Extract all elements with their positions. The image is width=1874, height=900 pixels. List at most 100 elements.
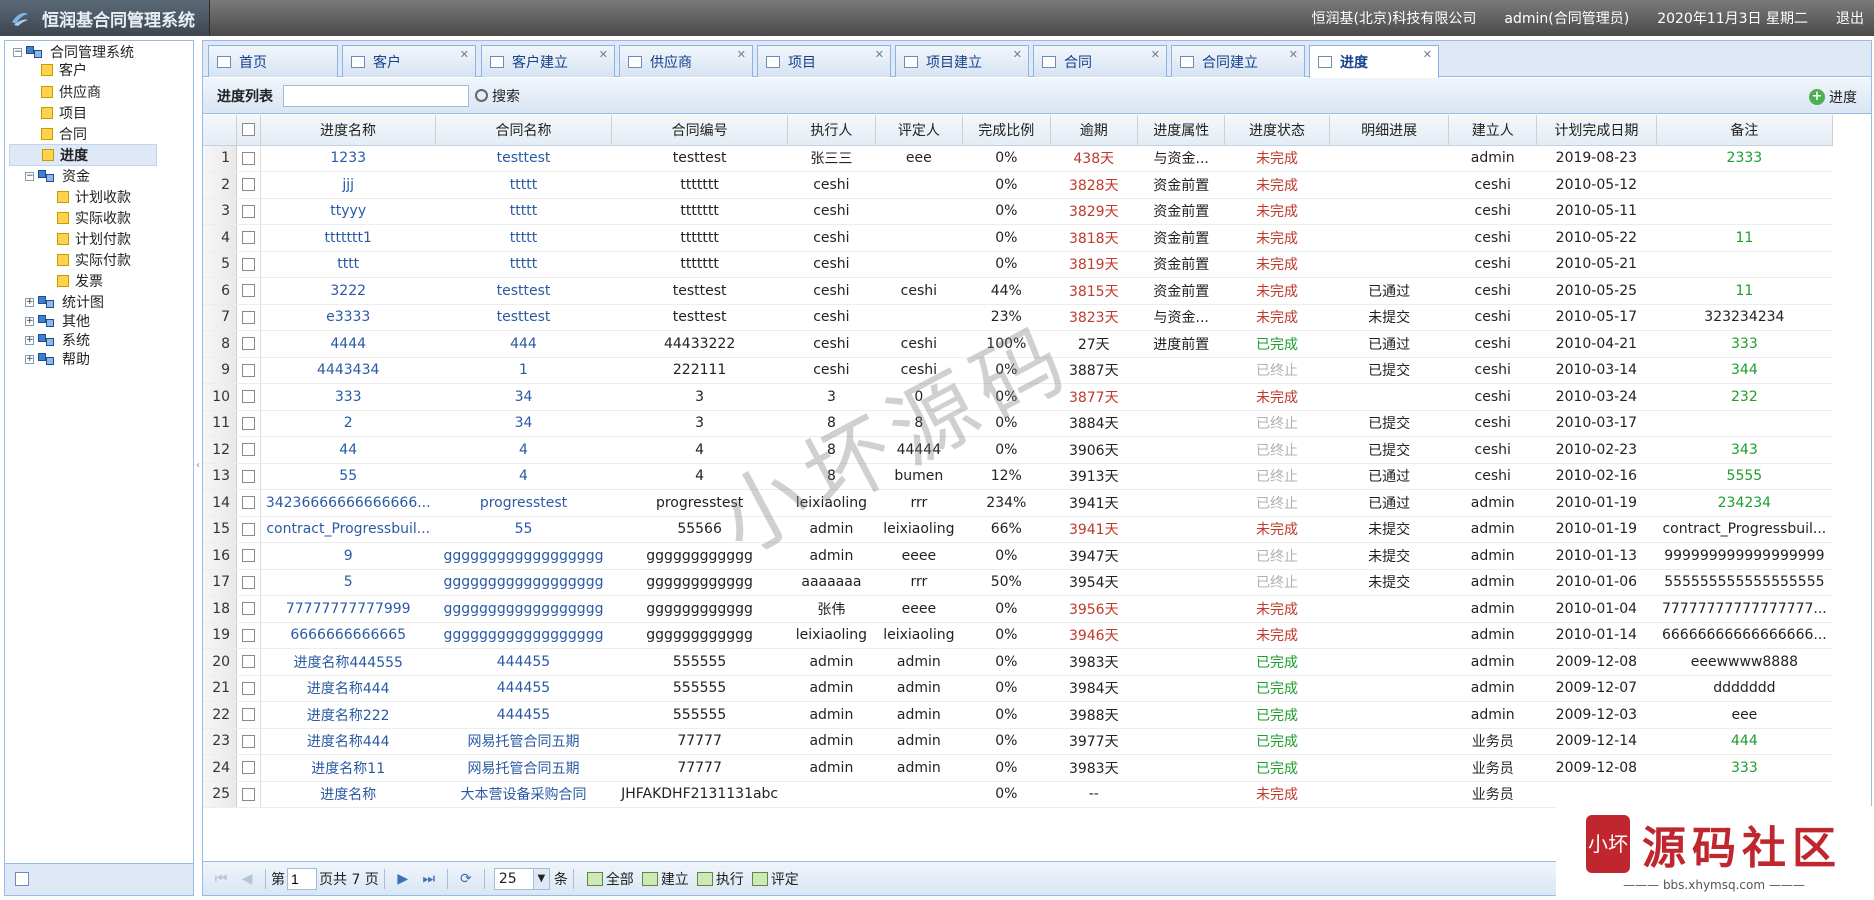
sidebar-splitter[interactable]: ‹ <box>196 40 200 896</box>
collapse-icon[interactable]: − <box>25 171 34 181</box>
logout-link[interactable]: 退出 <box>1836 8 1864 28</box>
row-checkbox[interactable] <box>242 602 256 616</box>
list-icon[interactable] <box>15 872 29 886</box>
table-cell[interactable]: contract_Progressbuil... <box>260 516 436 543</box>
row-checkbox[interactable] <box>242 469 256 483</box>
table-cell[interactable]: 进度名称444 <box>260 675 436 702</box>
table-row[interactable]: 24 进度名称11 网易托管合同五期 77777 admin admin 0% 3983天 已完… <box>203 754 1833 782</box>
table-cell[interactable]: testtest <box>435 304 612 331</box>
close-tab-icon[interactable]: ✕ <box>1289 48 1298 61</box>
row-checkbox[interactable] <box>242 496 256 510</box>
table-cell[interactable]: ttttt <box>435 251 612 278</box>
tab[interactable]: 客户 ✕ <box>342 45 476 77</box>
table-cell[interactable]: ttttt <box>435 224 612 252</box>
table-cell[interactable]: 333 <box>260 383 436 411</box>
row-checkbox[interactable] <box>242 575 256 589</box>
select-all-checkbox[interactable] <box>242 123 256 137</box>
table-cell[interactable]: 网易托管合同五期 <box>435 728 612 755</box>
close-tab-icon[interactable]: ✕ <box>599 48 608 61</box>
row-checkbox[interactable] <box>242 734 256 748</box>
row-checkbox[interactable] <box>242 708 256 722</box>
expand-icon[interactable]: + <box>25 316 34 326</box>
table-cell[interactable]: 进度名称444 <box>260 728 436 755</box>
tab[interactable]: 项目 ✕ <box>757 45 891 77</box>
table-row[interactable]: 9 4443434 1 222111 ceshi ceshi 0% 3887天 已终止 已提交 ce… <box>203 357 1833 384</box>
table-cell[interactable]: 4443434 <box>260 357 436 384</box>
table-cell[interactable]: 55 <box>260 463 436 490</box>
table-row[interactable]: 1 1233 testtest testtest 张三三 eee 0% 438天 与资金... 未… <box>203 145 1833 172</box>
table-cell[interactable]: gggggggggggggggggg <box>435 542 612 570</box>
column-header[interactable]: 建立人 <box>1448 115 1537 146</box>
row-checkbox[interactable] <box>242 310 256 324</box>
row-checkbox[interactable] <box>242 284 256 298</box>
table-cell[interactable]: 34 <box>435 410 612 437</box>
table-row[interactable]: 7 e3333 testtest testtest ceshi 23% 3823天 与资金..… <box>203 304 1833 331</box>
table-row[interactable]: 5 tttt ttttt ttttttt ceshi 0% 3819天 资金前置 未完成 cesh… <box>203 251 1833 278</box>
close-tab-icon[interactable]: ✕ <box>1013 48 1022 61</box>
column-header[interactable]: 完成比例 <box>962 115 1051 146</box>
collapse-icon[interactable]: − <box>13 47 22 57</box>
create-button[interactable]: 建立 <box>641 869 689 889</box>
table-cell[interactable]: gggggggggggggggggg <box>435 622 612 649</box>
close-tab-icon[interactable]: ✕ <box>875 48 884 61</box>
execute-button[interactable]: 执行 <box>696 869 744 889</box>
table-cell[interactable]: 9 <box>260 542 436 570</box>
row-checkbox[interactable] <box>242 681 256 695</box>
row-checkbox[interactable] <box>242 337 256 351</box>
sidebar-item[interactable]: 实际付款 <box>57 249 131 271</box>
table-cell[interactable]: 6666666666665 <box>260 622 436 649</box>
tab[interactable]: 首页 <box>208 45 338 77</box>
column-header[interactable]: 明细进展 <box>1329 115 1450 146</box>
table-cell[interactable]: 444455 <box>435 675 612 702</box>
close-tab-icon[interactable]: ✕ <box>460 48 469 61</box>
table-row[interactable]: 14 34236666666666666... progresstest progre… <box>203 489 1833 517</box>
row-checkbox[interactable] <box>242 443 256 457</box>
table-cell[interactable]: progresstest <box>435 489 612 517</box>
table-cell[interactable]: 34236666666666666... <box>260 489 436 517</box>
row-checkbox[interactable] <box>242 416 256 430</box>
sidebar-item[interactable]: 实际收款 <box>57 207 131 229</box>
table-cell[interactable]: 进度名称 <box>260 781 436 808</box>
sidebar-item[interactable]: 项目 <box>41 102 87 124</box>
table-cell[interactable]: 34 <box>435 383 612 411</box>
collapse-arrow-icon[interactable]: ‹ <box>196 460 200 471</box>
sidebar-item[interactable]: 计划付款 <box>57 228 131 250</box>
page-size-select[interactable]: 25 ▼ <box>493 867 550 890</box>
add-progress-button[interactable]: + 进度 <box>1809 87 1857 107</box>
column-header[interactable]: 逾期 <box>1050 115 1138 146</box>
table-cell[interactable]: 2 <box>260 410 436 437</box>
table-cell[interactable]: gggggggggggggggggg <box>435 569 612 596</box>
tab[interactable]: 合同 ✕ <box>1033 45 1167 77</box>
column-header[interactable]: 合同编号 <box>611 115 789 146</box>
expand-icon[interactable]: + <box>25 297 34 307</box>
table-row[interactable]: 3 ttyyy ttttt ttttttt ceshi 0% 3829天 资金前置 未完成 ces… <box>203 198 1833 225</box>
evaluate-button[interactable]: 评定 <box>751 869 799 889</box>
tab[interactable]: 合同建立 ✕ <box>1171 45 1305 77</box>
expand-icon[interactable]: + <box>25 335 34 345</box>
column-header[interactable]: 计划完成日期 <box>1536 115 1657 146</box>
table-cell[interactable]: gggggggggggggggggg <box>435 595 612 623</box>
table-cell[interactable]: 444 <box>435 330 612 358</box>
column-header[interactable]: 执行人 <box>787 115 876 146</box>
row-checkbox[interactable] <box>242 390 256 404</box>
sidebar-item[interactable]: 计划收款 <box>57 186 131 208</box>
row-checkbox[interactable] <box>242 522 256 536</box>
table-cell[interactable]: 77777777777999 <box>260 595 436 623</box>
row-checkbox[interactable] <box>242 761 256 775</box>
row-checkbox[interactable] <box>242 204 256 218</box>
table-row[interactable]: 11 2 34 3 8 8 0% 3884天 已终止 已提交 ceshi 2010-03-17 <box>203 410 1833 437</box>
table-row[interactable]: 23 进度名称444 网易托管合同五期 77777 admin admin 0% 3977天已… <box>203 728 1833 755</box>
close-tab-icon[interactable]: ✕ <box>1151 48 1160 61</box>
column-header[interactable]: 合同名称 <box>435 115 613 146</box>
table-cell[interactable]: 444455 <box>435 701 612 729</box>
table-row[interactable]: 16 9 gggggggggggggggggg gggggggggggg admin ee… <box>203 542 1833 570</box>
table-cell[interactable]: 4 <box>435 436 612 464</box>
table-cell[interactable]: 4 <box>435 463 612 490</box>
row-checkbox[interactable] <box>242 655 256 669</box>
table-cell[interactable]: 进度名称11 <box>260 754 436 782</box>
sidebar-item[interactable]: 合同 <box>41 123 87 145</box>
table-cell[interactable]: 1233 <box>260 145 436 172</box>
table-cell[interactable]: 大本营设备采购合同 <box>435 781 612 808</box>
page-number-input[interactable] <box>287 867 317 890</box>
close-tab-icon[interactable]: ✕ <box>737 48 746 61</box>
